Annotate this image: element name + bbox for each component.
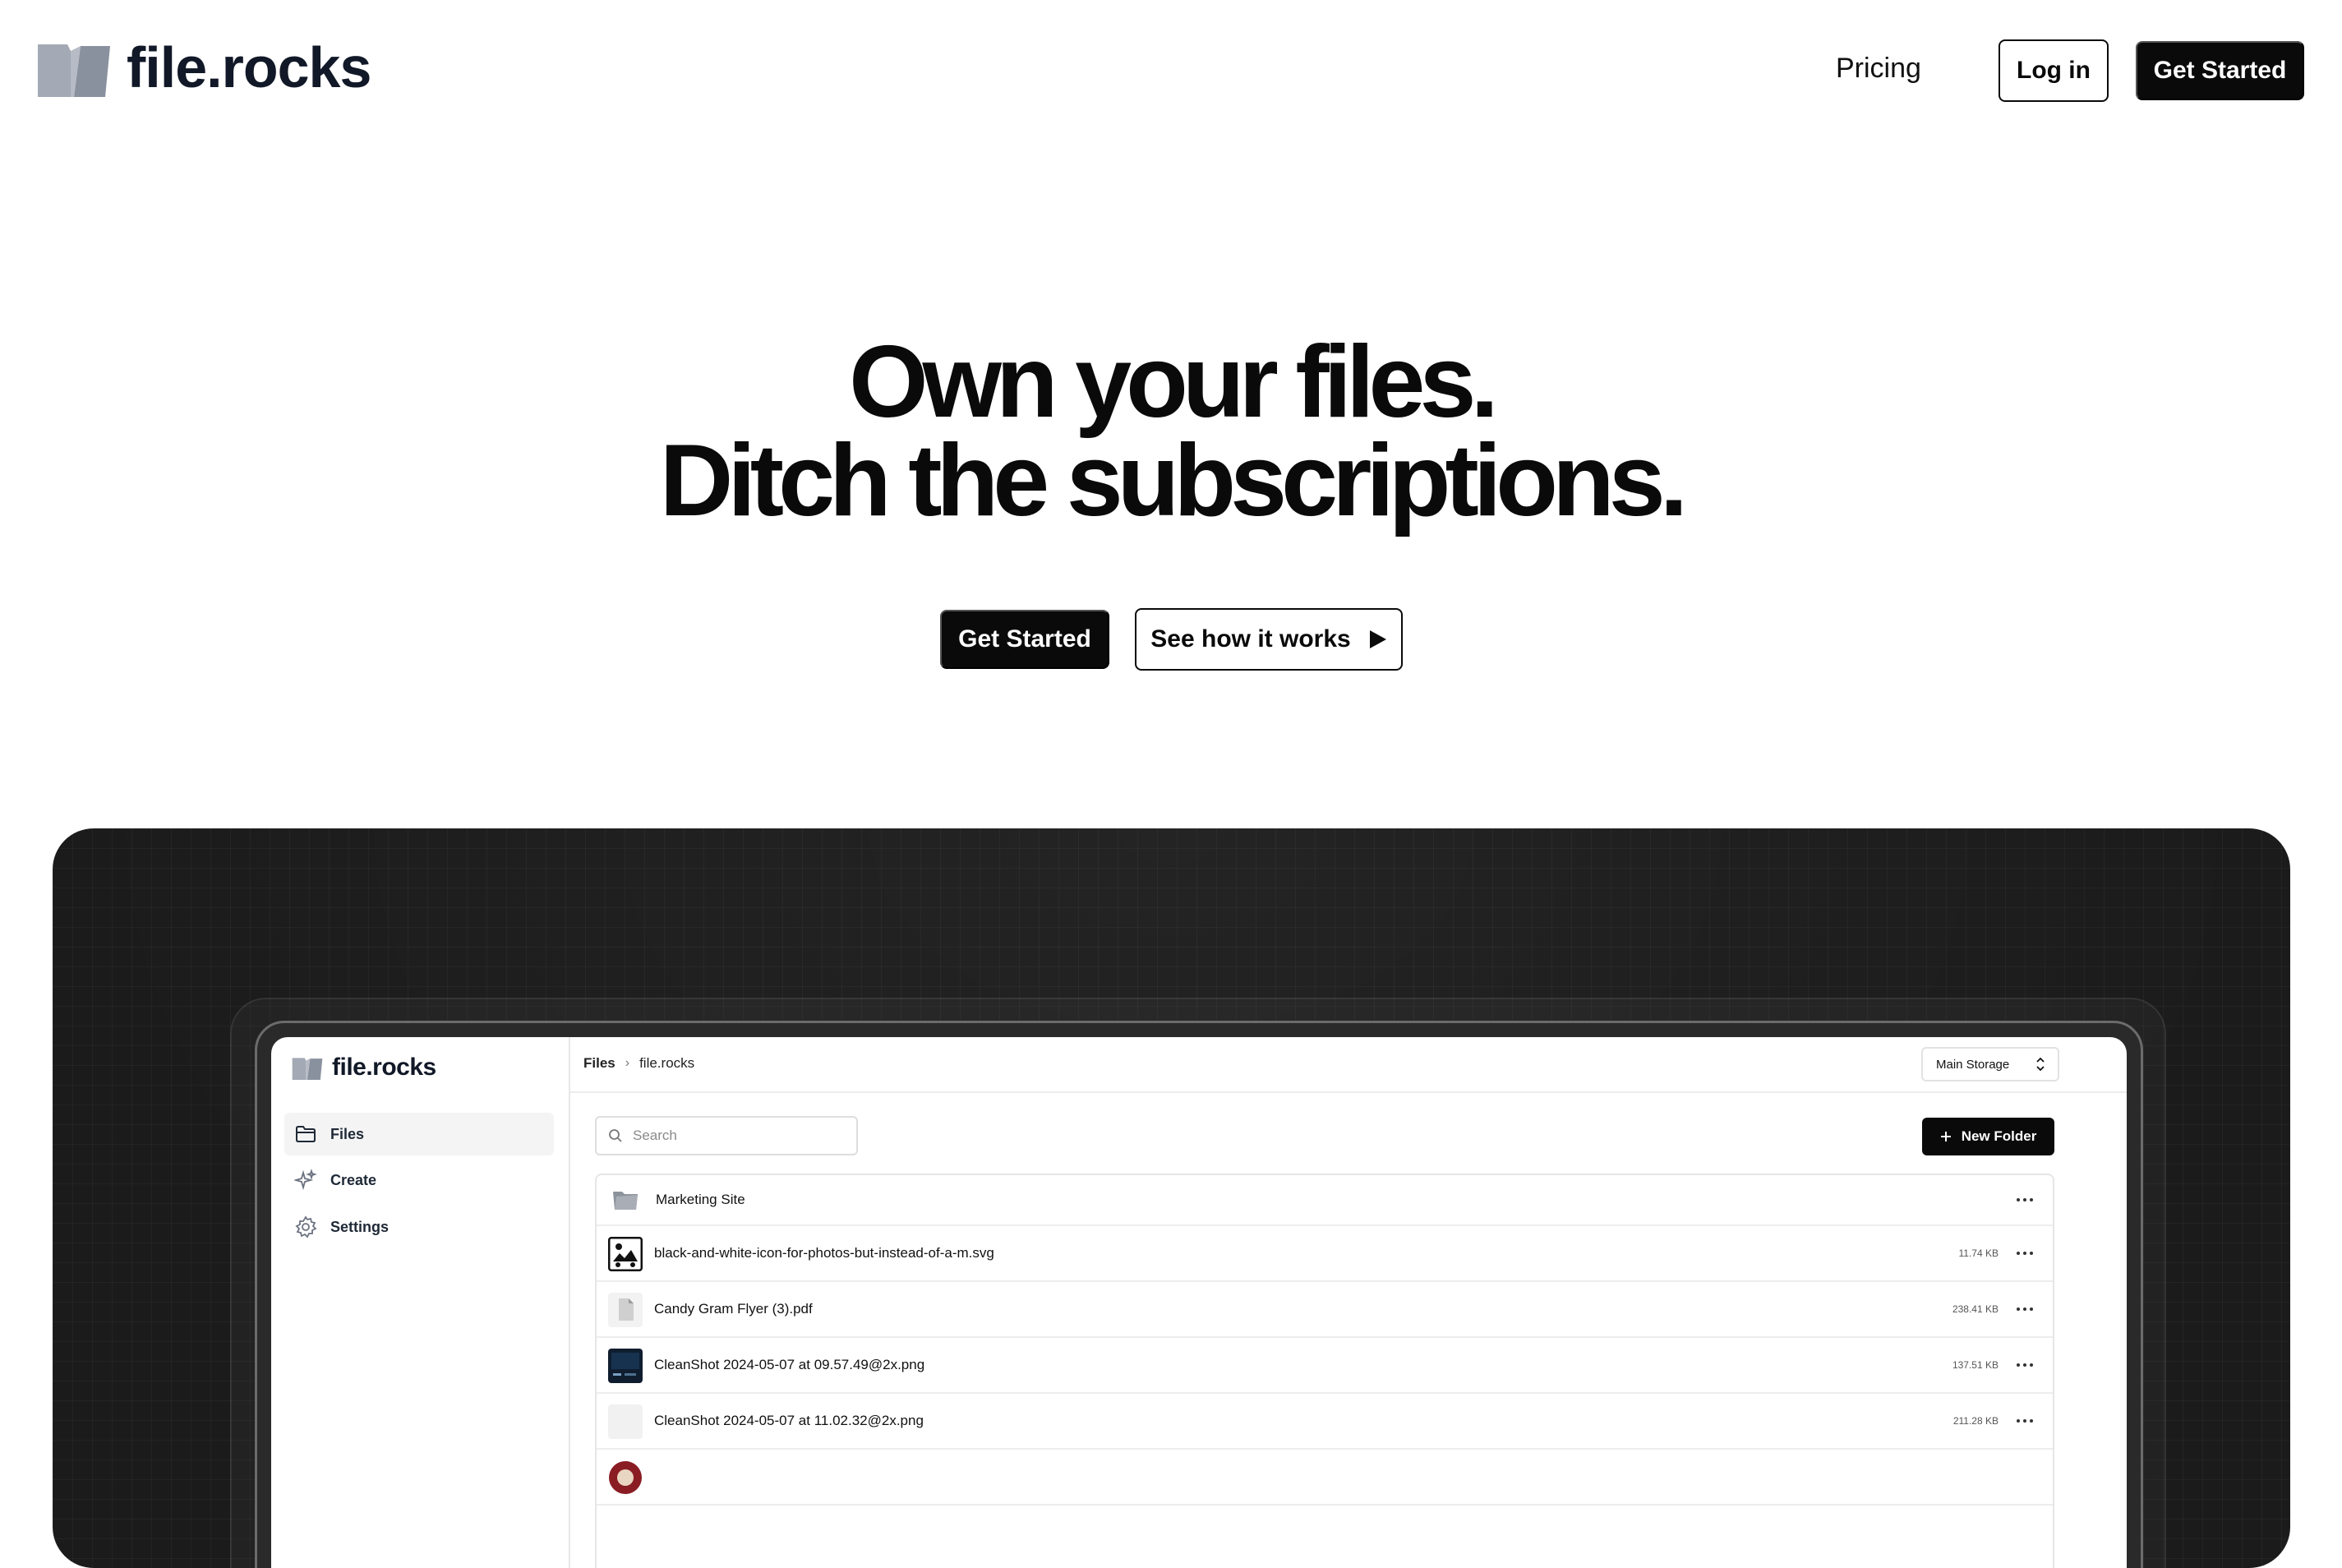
more-icon[interactable] xyxy=(2015,1250,2035,1257)
image-thumbnail-icon xyxy=(608,1237,643,1271)
file-list: Marketing Site black-and-white-icon-for-… xyxy=(595,1174,2054,1568)
gear-icon xyxy=(295,1215,317,1238)
file-size: 238.41 KB xyxy=(1952,1303,1999,1315)
screenshot-thumbnail-icon xyxy=(608,1349,643,1383)
hero-headline-line-1: Own your files. xyxy=(849,325,1499,439)
file-size: 137.51 KB xyxy=(1952,1359,1999,1371)
file-name: CleanShot 2024-05-07 at 09.57.49@2x.png xyxy=(654,1357,925,1372)
storage-select-value: Main Storage xyxy=(1936,1057,2010,1072)
more-icon[interactable] xyxy=(2015,1306,2035,1312)
file-size: 11.74 KB xyxy=(1958,1247,1999,1259)
logo-icon xyxy=(38,44,110,97)
breadcrumb-current[interactable]: file.rocks xyxy=(639,1055,694,1072)
sidebar-item-label: Files xyxy=(330,1125,365,1142)
file-name: CleanShot 2024-05-07 at 11.02.32@2x.png xyxy=(654,1413,924,1428)
file-row[interactable]: CleanShot 2024-05-07 at 11.02.32@2x.png … xyxy=(597,1394,2053,1450)
document-icon xyxy=(608,1293,643,1327)
search-input[interactable] xyxy=(631,1127,856,1145)
more-icon[interactable] xyxy=(2015,1418,2035,1424)
hero-headline-line-2: Ditch the subscriptions. xyxy=(659,424,1688,537)
file-row[interactable]: Marketing Site xyxy=(597,1175,2053,1226)
file-row[interactable]: black-and-white-icon-for-photos-but-inst… xyxy=(597,1226,2053,1282)
more-icon[interactable] xyxy=(2015,1197,2035,1203)
chevron-right-icon: › xyxy=(625,1056,630,1070)
file-size: 211.28 KB xyxy=(1952,1415,1999,1427)
file-row[interactable]: CleanShot 2024-05-07 at 09.57.49@2x.png … xyxy=(597,1338,2053,1394)
breadcrumb-files[interactable]: Files xyxy=(583,1055,615,1072)
sparkles-icon xyxy=(294,1169,317,1191)
hero-get-started-button[interactable]: Get Started xyxy=(940,610,1109,669)
sidebar-item-label: Create xyxy=(330,1171,377,1188)
app-brand[interactable]: file.rocks xyxy=(291,1054,436,1081)
folder-icon xyxy=(296,1126,316,1142)
login-button[interactable]: Log in xyxy=(1999,39,2109,102)
more-icon[interactable] xyxy=(2015,1362,2035,1368)
image-thumbnail-icon xyxy=(609,1461,642,1494)
sidebar-item-create[interactable]: Create xyxy=(284,1159,554,1201)
app-sidebar: file.rocks Files Create Settings xyxy=(271,1037,570,1568)
file-name: Marketing Site xyxy=(656,1192,745,1207)
logo-icon xyxy=(292,1058,323,1080)
app-brand-name: file.rocks xyxy=(332,1054,436,1081)
play-icon xyxy=(1369,630,1386,648)
chevron-up-down-icon xyxy=(2036,1057,2045,1072)
brand-name: file.rocks xyxy=(127,35,371,99)
sidebar-item-settings[interactable]: Settings xyxy=(284,1206,554,1248)
file-row[interactable]: Candy Gram Flyer (3).pdf 238.41 KB xyxy=(597,1282,2053,1338)
file-row[interactable] xyxy=(597,1450,2053,1506)
sidebar-item-label: Settings xyxy=(330,1218,390,1235)
brand-link[interactable]: file.rocks xyxy=(38,38,371,97)
app-topbar: Files › file.rocks Main Storage xyxy=(570,1037,2127,1093)
file-name: black-and-white-icon-for-photos-but-inst… xyxy=(654,1245,994,1261)
file-name: Candy Gram Flyer (3).pdf xyxy=(654,1301,813,1317)
get-started-button[interactable]: Get Started xyxy=(2136,41,2304,100)
see-how-it-works-label: See how it works xyxy=(1150,625,1351,653)
new-folder-button[interactable]: New Folder xyxy=(1922,1118,2054,1155)
folder-icon xyxy=(613,1192,638,1210)
app-window: file.rocks Files Create Settings Files ›… xyxy=(271,1037,2127,1568)
storage-select[interactable]: Main Storage xyxy=(1921,1047,2059,1081)
hero-headline: Own your files. Ditch the subscriptions. xyxy=(0,325,2342,537)
app-preview-panel: file.rocks Files Create Settings Files ›… xyxy=(53,828,2290,1568)
screenshot-thumbnail-icon xyxy=(608,1404,643,1439)
app-main: Files › file.rocks Main Storage Search N… xyxy=(570,1037,2127,1568)
plus-icon xyxy=(1940,1132,1951,1141)
new-folder-label: New Folder xyxy=(1961,1128,2037,1144)
breadcrumb: Files › file.rocks xyxy=(583,1055,694,1072)
pricing-link[interactable]: Pricing xyxy=(1836,53,1921,85)
search-icon xyxy=(609,1129,622,1142)
sidebar-item-files[interactable]: Files xyxy=(284,1113,554,1155)
see-how-it-works-button[interactable]: See how it works xyxy=(1135,608,1403,671)
search-field[interactable] xyxy=(595,1116,858,1155)
top-nav: file.rocks Pricing Log in Get Started xyxy=(0,0,2342,141)
